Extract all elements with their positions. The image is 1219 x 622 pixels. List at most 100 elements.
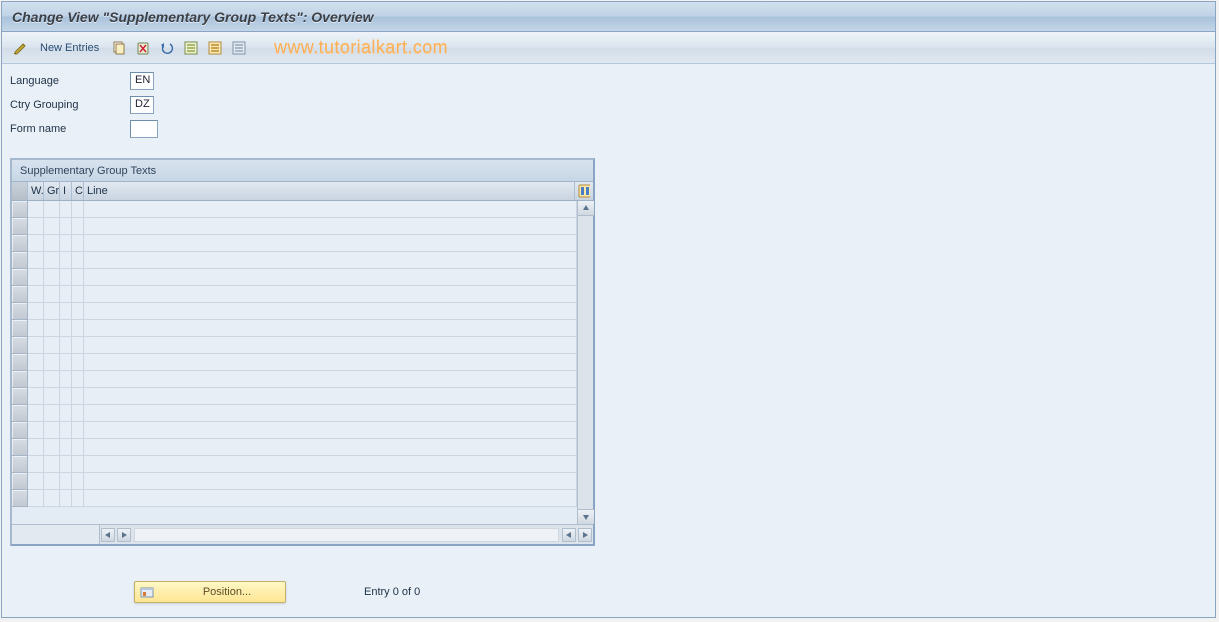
cell-w[interactable] [28, 201, 44, 218]
cell-c[interactable] [72, 320, 84, 337]
cell-c[interactable] [72, 422, 84, 439]
table-row[interactable] [12, 439, 577, 456]
cell-i[interactable] [60, 388, 72, 405]
cell-c[interactable] [72, 252, 84, 269]
col-w[interactable]: W. [28, 182, 44, 200]
cell-w[interactable] [28, 388, 44, 405]
row-selector[interactable] [12, 303, 28, 320]
hscroll-track[interactable] [134, 528, 559, 542]
table-row[interactable] [12, 269, 577, 286]
cell-i[interactable] [60, 201, 72, 218]
cell-c[interactable] [72, 388, 84, 405]
cell-c[interactable] [72, 218, 84, 235]
cell-i[interactable] [60, 320, 72, 337]
table-row[interactable] [12, 286, 577, 303]
row-selector[interactable] [12, 235, 28, 252]
row-selector[interactable] [12, 201, 28, 218]
cell-i[interactable] [60, 269, 72, 286]
cell-w[interactable] [28, 456, 44, 473]
table-row[interactable] [12, 218, 577, 235]
cell-gr[interactable] [44, 473, 60, 490]
cell-i[interactable] [60, 218, 72, 235]
row-selector[interactable] [12, 388, 28, 405]
cell-w[interactable] [28, 320, 44, 337]
cell-gr[interactable] [44, 490, 60, 507]
horizontal-scrollbar[interactable] [12, 524, 593, 544]
cell-c[interactable] [72, 286, 84, 303]
cell-gr[interactable] [44, 235, 60, 252]
row-selector[interactable] [12, 354, 28, 371]
scroll-down-icon[interactable] [578, 509, 594, 524]
cell-c[interactable] [72, 456, 84, 473]
cell-gr[interactable] [44, 252, 60, 269]
cell-line[interactable] [84, 303, 577, 320]
cell-line[interactable] [84, 490, 577, 507]
cell-w[interactable] [28, 303, 44, 320]
cell-c[interactable] [72, 354, 84, 371]
cell-line[interactable] [84, 473, 577, 490]
scroll-up-icon[interactable] [578, 201, 594, 216]
cell-c[interactable] [72, 490, 84, 507]
cell-gr[interactable] [44, 337, 60, 354]
cell-i[interactable] [60, 422, 72, 439]
deselect-all-icon[interactable] [229, 38, 249, 58]
cell-gr[interactable] [44, 286, 60, 303]
cell-gr[interactable] [44, 422, 60, 439]
table-row[interactable] [12, 303, 577, 320]
cell-i[interactable] [60, 405, 72, 422]
cell-w[interactable] [28, 218, 44, 235]
cell-w[interactable] [28, 422, 44, 439]
cell-c[interactable] [72, 201, 84, 218]
cell-line[interactable] [84, 286, 577, 303]
table-row[interactable] [12, 252, 577, 269]
table-config-icon[interactable] [575, 182, 593, 200]
table-row[interactable] [12, 371, 577, 388]
cell-line[interactable] [84, 371, 577, 388]
cell-line[interactable] [84, 320, 577, 337]
new-entries-button[interactable]: New Entries [34, 42, 105, 54]
toggle-change-icon[interactable] [10, 38, 30, 58]
scroll-right-end-icon[interactable] [578, 528, 592, 542]
cell-w[interactable] [28, 439, 44, 456]
cell-i[interactable] [60, 337, 72, 354]
table-row[interactable] [12, 235, 577, 252]
cell-line[interactable] [84, 439, 577, 456]
cell-gr[interactable] [44, 439, 60, 456]
row-selector[interactable] [12, 405, 28, 422]
cell-gr[interactable] [44, 354, 60, 371]
row-selector[interactable] [12, 456, 28, 473]
cell-i[interactable] [60, 354, 72, 371]
position-button[interactable]: Position... [134, 581, 286, 603]
table-row[interactable] [12, 422, 577, 439]
col-line[interactable]: Line [84, 182, 575, 200]
cell-i[interactable] [60, 456, 72, 473]
row-selector[interactable] [12, 490, 28, 507]
table-row[interactable] [12, 388, 577, 405]
cell-gr[interactable] [44, 405, 60, 422]
cell-line[interactable] [84, 405, 577, 422]
language-field[interactable]: EN [130, 72, 154, 90]
cell-line[interactable] [84, 218, 577, 235]
cell-line[interactable] [84, 388, 577, 405]
cell-gr[interactable] [44, 201, 60, 218]
cell-i[interactable] [60, 490, 72, 507]
cell-gr[interactable] [44, 456, 60, 473]
cell-c[interactable] [72, 337, 84, 354]
cell-c[interactable] [72, 371, 84, 388]
cell-gr[interactable] [44, 388, 60, 405]
row-selector[interactable] [12, 252, 28, 269]
cell-w[interactable] [28, 235, 44, 252]
col-gr[interactable]: Gr [44, 182, 60, 200]
row-selector[interactable] [12, 218, 28, 235]
cell-i[interactable] [60, 252, 72, 269]
cell-w[interactable] [28, 269, 44, 286]
select-block-icon[interactable] [205, 38, 225, 58]
cell-w[interactable] [28, 252, 44, 269]
cell-line[interactable] [84, 337, 577, 354]
scroll-right-icon[interactable] [117, 528, 131, 542]
cell-c[interactable] [72, 235, 84, 252]
cell-w[interactable] [28, 371, 44, 388]
vertical-scrollbar[interactable] [577, 201, 593, 524]
delete-icon[interactable] [133, 38, 153, 58]
cell-line[interactable] [84, 354, 577, 371]
